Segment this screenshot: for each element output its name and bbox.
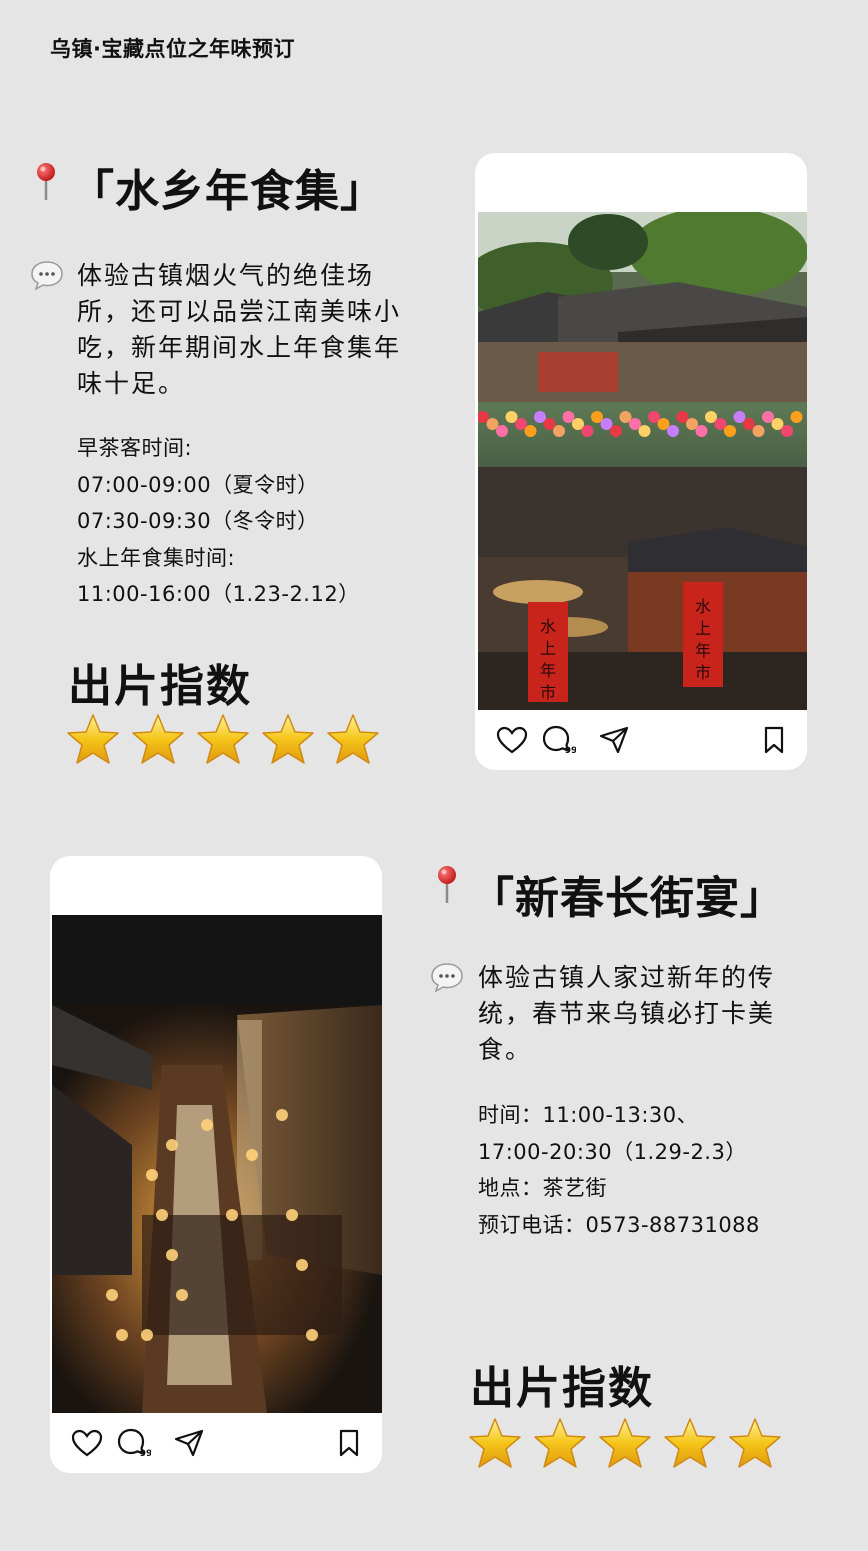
spot1-photo-card: 水 上 年 市 水 上 年 市 99 [475,153,807,770]
spot2-title: 「新春长街宴」 [470,873,785,924]
spot1-description: 体验古镇烟火气的绝佳场所，还可以品尝江南美味小吃，新年期间水上年食集年味十足。 [77,261,402,398]
star-icon [262,714,314,764]
heart-icon[interactable] [496,726,528,754]
spot1-info-line: 07:30-09:30（冬令时） [77,509,319,533]
heart-icon[interactable] [71,1429,103,1457]
lantern-light [201,1119,213,1131]
lantern-light [286,1209,298,1221]
speech-bubble-icon [31,261,63,290]
lantern [667,425,679,437]
banner-char: 年 [695,641,711,660]
star-icon [67,714,119,764]
lantern-light [156,1209,168,1221]
lantern [581,425,594,437]
send-icon[interactable] [174,1429,204,1457]
spot1-info: 早茶客时间: 07:00-09:00（夏令时） 07:30-09:30（冬令时）… [77,430,360,613]
spot2-rating-label: 出片指数 [470,1363,654,1414]
spot2-info-line: 预订电话：0573-88731088 [478,1212,760,1237]
spot2-info-line: 17:00-20:30（1.29-2.3） [478,1139,747,1164]
spot1-photo: 水 上 年 市 水 上 年 市 [478,212,807,710]
banner-char: 市 [695,663,711,682]
banner-char: 市 [540,683,556,702]
map-pin-icon [438,866,456,903]
lantern [524,425,537,437]
banner-char: 水 [540,617,556,636]
lantern [695,425,708,437]
comment-count: 99 [565,746,576,755]
banquet-street-scene [52,915,382,1413]
lantern-light [166,1139,178,1151]
send-icon[interactable] [599,726,629,754]
lantern-light [296,1259,308,1271]
spot2-info-line: 时间：11:00-13:30、 [478,1103,699,1127]
spot1-info-line: 07:00-09:00（夏令时） [77,472,319,497]
spot2-rating-stars [467,1417,783,1471]
lantern-light [106,1289,118,1301]
star-icon [132,714,184,764]
comment-icon[interactable]: 99 [117,1428,151,1458]
bookmark-icon[interactable] [338,1429,360,1457]
lantern-light [276,1109,288,1121]
lantern [553,425,565,437]
lantern-light [116,1329,128,1341]
spot1-title: 「水乡年食集」 [70,166,385,217]
star-icon [729,1418,781,1468]
page-header-title: 乌镇·宝藏点位之年味预订 [50,37,295,61]
comment-count: 99 [140,1449,151,1458]
lantern-light [141,1329,153,1341]
spot2-info: 时间：11:00-13:30、 17:00-20:30（1.29-2.3） 地点… [478,1097,760,1243]
lantern-light [246,1149,258,1161]
spot1-info-line: 11:00-16:00（1.23-2.12） [77,582,360,606]
lantern [752,425,765,437]
spot2-photo [52,915,382,1413]
water-market-scene: 水 上 年 市 水 上 年 市 [478,212,807,710]
lantern [724,425,736,437]
spot1-rating-label: 出片指数 [68,661,252,712]
bookmark-icon[interactable] [763,726,785,754]
lantern [790,411,803,423]
star-icon [664,1418,716,1468]
banner-char: 上 [540,639,556,658]
speech-bubble-icon [431,963,463,992]
star-icon [469,1418,521,1468]
lantern-light [306,1329,318,1341]
lantern-light [146,1169,158,1181]
spot1-rating-stars [65,713,381,767]
spot1-info-line: 水上年食集时间: [77,545,236,570]
map-pin-icon [37,163,55,200]
spot1-info-line: 早茶客时间: [77,436,193,460]
lantern-light [226,1209,238,1221]
spot2-info-line: 地点：茶艺街 [478,1176,607,1200]
comment-icon[interactable]: 99 [542,725,576,755]
lantern [496,425,508,437]
star-icon [534,1418,586,1468]
star-icon [599,1418,651,1468]
banner-char: 上 [695,619,711,638]
banner-char: 水 [695,597,711,616]
banner-char: 年 [540,661,556,680]
spot2-description: 体验古镇人家过新年的传统，春节来乌镇必打卡美食。 [478,963,776,1064]
lantern-light [166,1249,178,1261]
lantern-light [176,1289,188,1301]
spot2-photo-card: 99 [50,856,382,1473]
star-icon [327,714,379,764]
lantern [781,425,793,437]
lantern [638,425,651,437]
lantern [610,425,622,437]
star-icon [197,714,249,764]
